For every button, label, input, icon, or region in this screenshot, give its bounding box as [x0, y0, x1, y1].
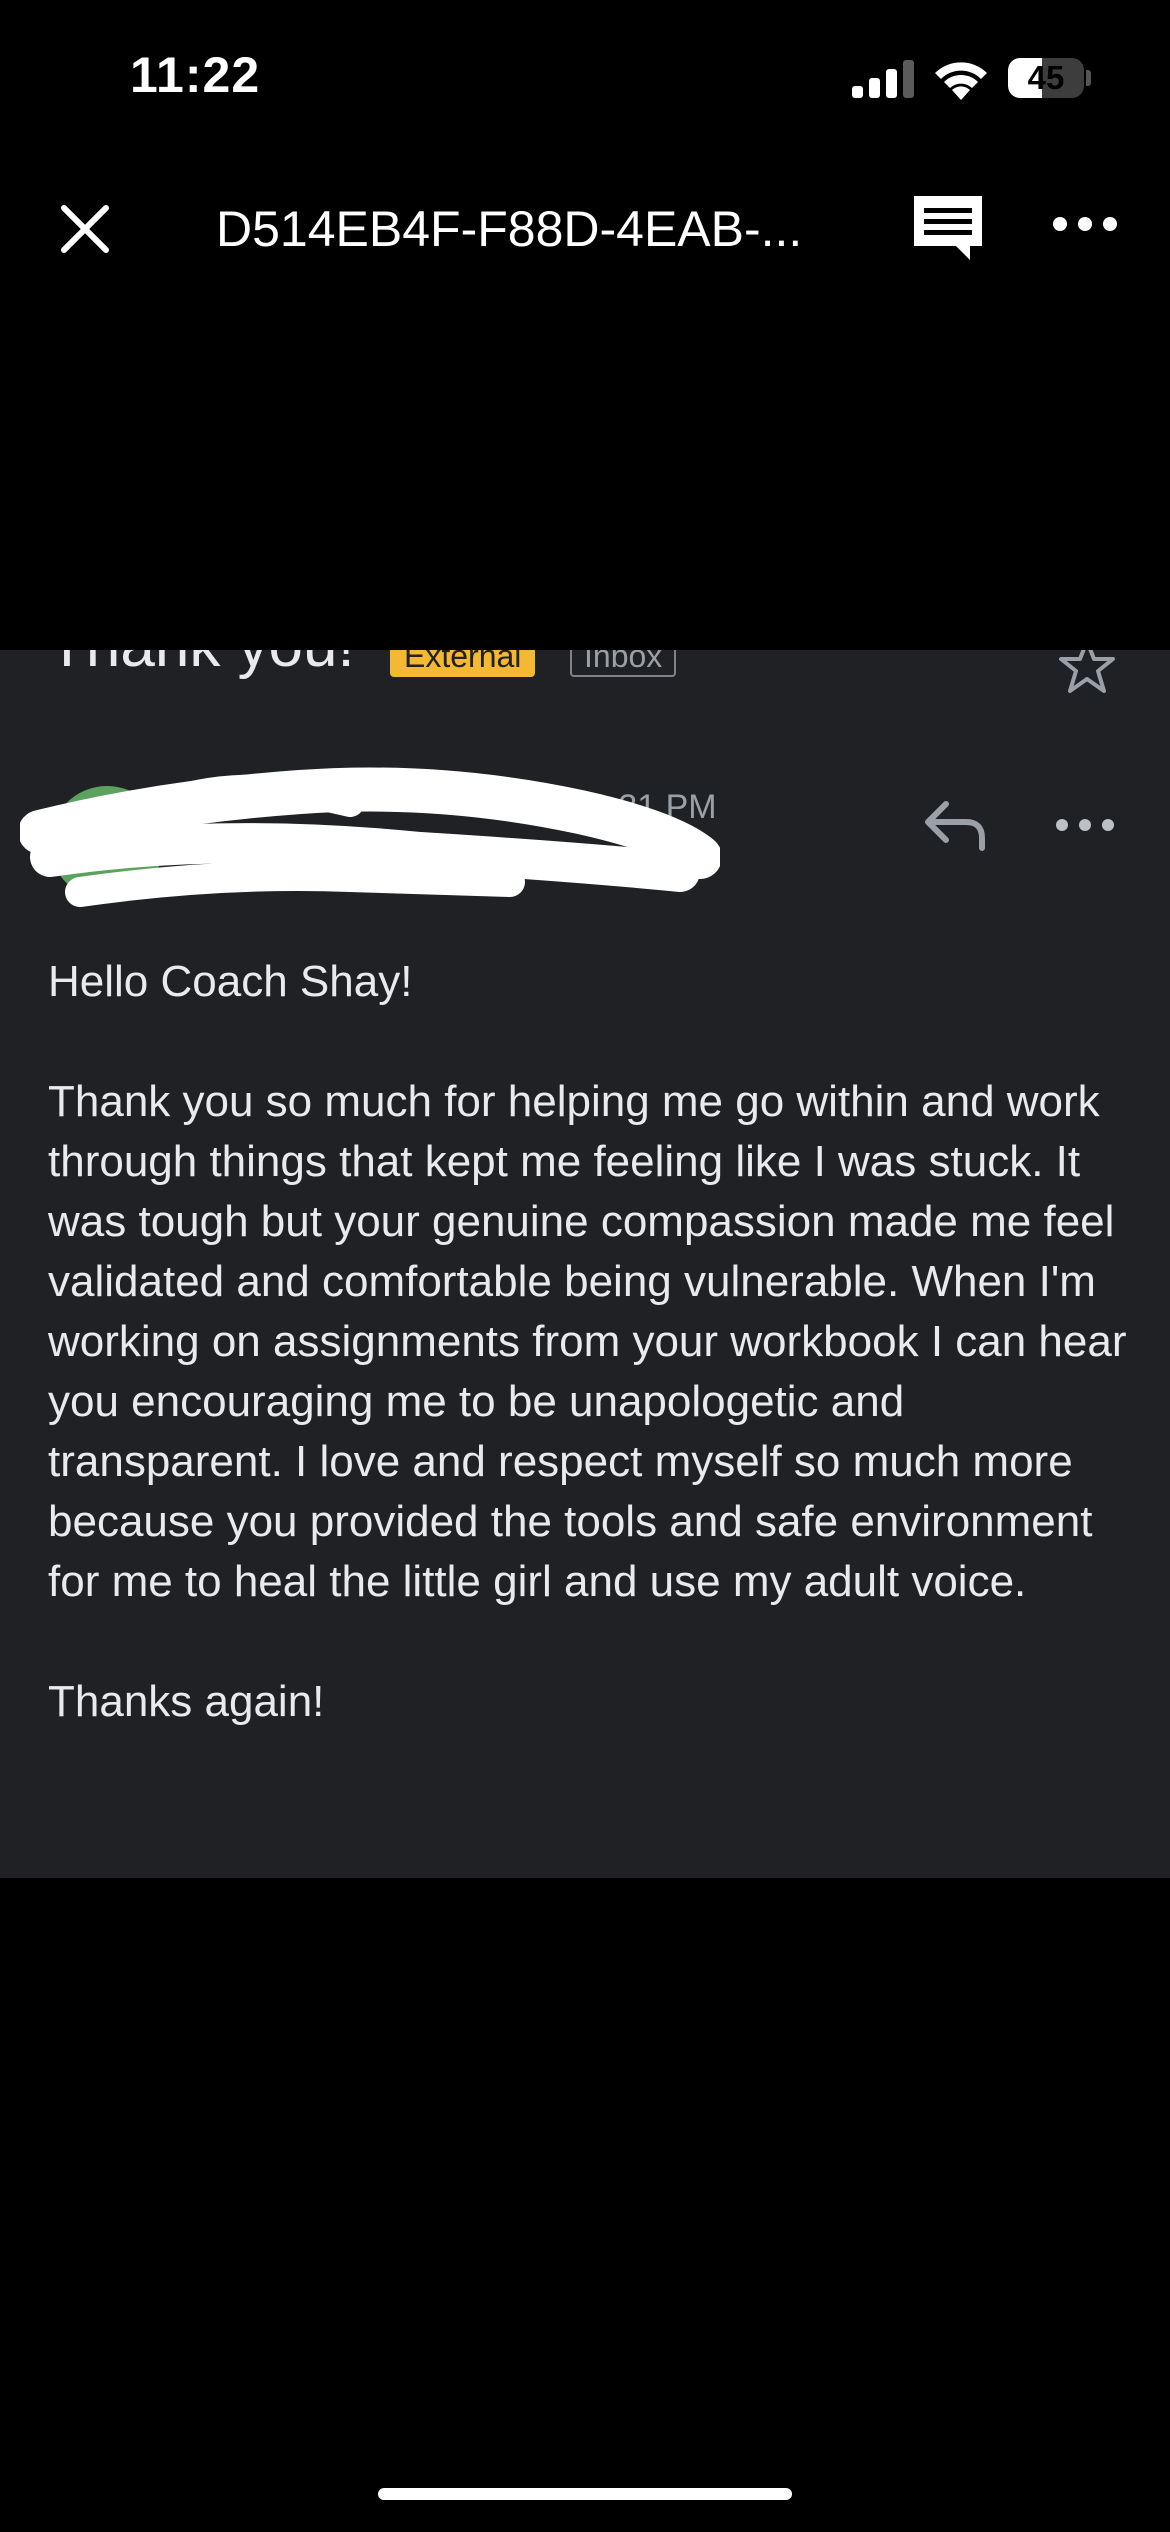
external-label[interactable]: External — [390, 650, 536, 677]
more-horizontal-icon[interactable] — [1050, 204, 1120, 244]
email-body: Hello Coach Shay! Thank you so much for … — [48, 952, 1128, 1732]
star-outline-icon[interactable] — [1055, 650, 1119, 699]
email-closing: Thanks again! — [48, 1677, 325, 1726]
redaction-scribble — [20, 767, 720, 907]
close-icon[interactable] — [50, 194, 120, 264]
email-greeting: Hello Coach Shay! — [48, 957, 413, 1006]
home-indicator[interactable] — [378, 2488, 792, 2500]
inbox-label[interactable]: Inbox — [570, 650, 677, 677]
status-time: 11:22 — [130, 47, 261, 103]
document-title: D514EB4F-F88D-4EAB-... — [216, 201, 803, 257]
comment-icon[interactable] — [908, 190, 988, 264]
reply-icon[interactable] — [922, 796, 988, 854]
email-view: Thank you! External Inbox 6:31 PM to me … — [0, 650, 1170, 1878]
wifi-icon — [935, 62, 987, 100]
email-more-icon[interactable] — [1052, 810, 1118, 840]
top-toolbar: D514EB4F-F88D-4EAB-... — [0, 170, 1170, 280]
battery-percentage: 45 — [1027, 59, 1065, 96]
status-bar: 11:22 45 — [0, 0, 1170, 150]
battery-nub — [1086, 70, 1091, 86]
battery-indicator: 45 — [1008, 58, 1084, 98]
cellular-signal-icon — [852, 60, 914, 98]
battery-body: 45 — [1008, 58, 1084, 98]
email-subject: Thank you! — [48, 650, 355, 681]
email-message: Thank you so much for helping me go with… — [48, 1077, 1127, 1606]
